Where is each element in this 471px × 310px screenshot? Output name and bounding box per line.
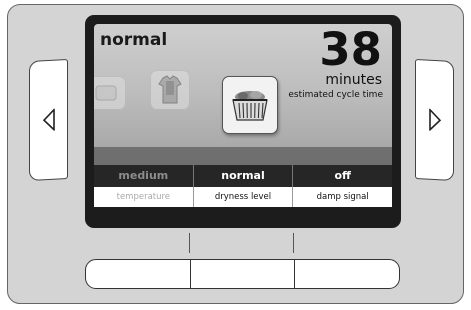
shirt-icon <box>150 70 190 110</box>
temperature-value: medium <box>94 165 194 187</box>
damp-signal-value: off <box>334 169 351 182</box>
display-screen: normal 38 minutes estimated cycle time m… <box>85 15 401 228</box>
temperature-label: temperature <box>94 187 194 207</box>
option-buttons <box>85 259 400 289</box>
option-values-row: medium normal off <box>94 165 392 187</box>
option-labels-row: temperature dryness level damp signal <box>94 187 392 207</box>
damp-signal-button[interactable] <box>295 260 399 288</box>
dryness-level-value: normal <box>194 165 294 187</box>
damp-signal-label: damp signal <box>316 192 369 202</box>
cycle-time-units: minutes <box>325 72 382 88</box>
display-divider-band <box>94 147 392 165</box>
cycle-icon <box>94 76 126 110</box>
cycle-display: normal 38 minutes estimated cycle time <box>94 24 392 147</box>
cycle-name: normal <box>100 30 168 50</box>
dryness-level-label: dryness level <box>194 187 294 207</box>
right-arrow-icon <box>428 108 441 132</box>
previous-cycle-button[interactable] <box>29 58 68 182</box>
button-divider <box>293 233 294 253</box>
cycle-time-caption: estimated cycle time <box>288 90 383 100</box>
laundry-basket-icon[interactable] <box>222 76 278 134</box>
dryness-level-button[interactable] <box>191 260 296 288</box>
temperature-button[interactable] <box>86 260 191 288</box>
left-arrow-icon <box>42 108 55 132</box>
next-cycle-button[interactable] <box>415 58 454 182</box>
button-divider <box>189 233 190 253</box>
cycle-time-value: 38 <box>319 24 382 76</box>
